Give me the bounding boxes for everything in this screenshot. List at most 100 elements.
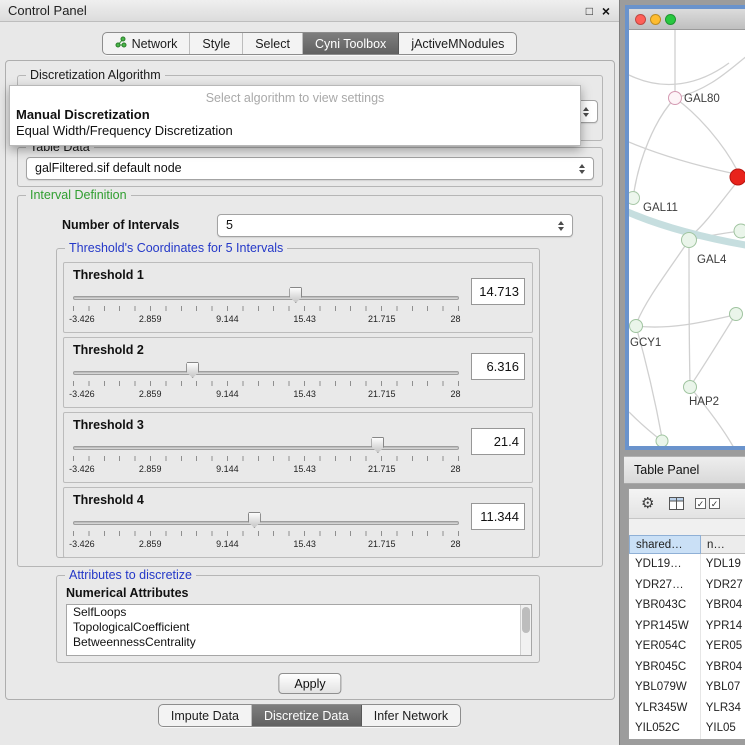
cell[interactable]: YDL19 bbox=[700, 554, 745, 575]
cell[interactable]: YDL19… bbox=[629, 554, 700, 575]
network-node[interactable] bbox=[684, 381, 697, 394]
cell[interactable]: YPR145W bbox=[629, 616, 700, 637]
tick-label: 28 bbox=[450, 314, 460, 324]
threshold-4-slider[interactable]: -3.426 2.859 9.144 15.43 21.715 28 bbox=[73, 510, 459, 556]
zoom-button[interactable] bbox=[665, 14, 676, 25]
threshold-2-value-field[interactable]: 6.316 bbox=[471, 353, 525, 380]
slider-tickmarks bbox=[73, 531, 459, 536]
table-data-group: Table Data galFiltered.sif default node bbox=[17, 147, 603, 187]
network-node[interactable] bbox=[682, 233, 697, 248]
cell[interactable]: YBR043C bbox=[629, 595, 700, 616]
tab-impute-data[interactable]: Impute Data bbox=[159, 705, 252, 726]
table-row[interactable]: YDR27… YDR27 bbox=[629, 575, 745, 596]
cell[interactable]: YBR04 bbox=[700, 595, 745, 616]
slider-thumb[interactable] bbox=[248, 512, 261, 528]
network-canvas[interactable]: GAL80 GAL11 GAL4 GCY1 HAP2 bbox=[629, 30, 745, 446]
slider-thumb[interactable] bbox=[289, 287, 302, 303]
dropdown-option-manual-discretization[interactable]: Manual Discretization bbox=[10, 107, 580, 123]
slider-track[interactable] bbox=[73, 296, 459, 300]
table-row[interactable]: YIL052C YIL05 bbox=[629, 718, 745, 739]
network-node[interactable] bbox=[629, 192, 640, 205]
threshold-4-value-field[interactable]: 11.344 bbox=[471, 503, 525, 530]
tab-network[interactable]: Network bbox=[103, 33, 191, 54]
slider-track[interactable] bbox=[73, 521, 459, 525]
tab-label: Impute Data bbox=[171, 709, 239, 723]
tab-label: Select bbox=[255, 37, 290, 51]
slider-tick-labels: -3.426 2.859 9.144 15.43 21.715 28 bbox=[73, 314, 459, 326]
threshold-4-box: Threshold 4 -3.426 2.859 9.144 15.43 bbox=[63, 487, 533, 558]
cell[interactable]: YER054C bbox=[629, 636, 700, 657]
table-row[interactable]: YDL19… YDL19 bbox=[629, 554, 745, 575]
network-view-window[interactable]: GAL80 GAL11 GAL4 GCY1 HAP2 bbox=[625, 5, 745, 450]
table-row[interactable]: YLR345W YLR34 bbox=[629, 698, 745, 719]
network-node[interactable] bbox=[734, 224, 745, 238]
gear-icon[interactable]: ⚙ bbox=[641, 493, 654, 515]
cell[interactable]: YBL07 bbox=[700, 677, 745, 698]
tab-discretize-data[interactable]: Discretize Data bbox=[252, 705, 362, 726]
cell[interactable]: YDR27 bbox=[700, 575, 745, 596]
cell[interactable]: YIL052C bbox=[629, 718, 700, 739]
network-node[interactable] bbox=[630, 320, 643, 333]
tab-infer-network[interactable]: Infer Network bbox=[362, 705, 460, 726]
column-header-name[interactable]: n… bbox=[701, 535, 745, 554]
threshold-3-slider[interactable]: -3.426 2.859 9.144 15.43 21.715 28 bbox=[73, 435, 459, 481]
cell[interactable]: YBR04 bbox=[700, 657, 745, 678]
threshold-2-slider[interactable]: -3.426 2.859 9.144 15.43 21.715 28 bbox=[73, 360, 459, 406]
list-scrollbar[interactable] bbox=[520, 605, 531, 655]
threshold-1-slider[interactable]: -3.426 2.859 9.144 15.43 21.715 28 bbox=[73, 285, 459, 331]
number-of-intervals-label: Number of Intervals bbox=[62, 218, 179, 232]
tab-style[interactable]: Style bbox=[190, 33, 243, 54]
cell[interactable]: YER05 bbox=[700, 636, 745, 657]
threshold-3-value-field[interactable]: 21.4 bbox=[471, 428, 525, 455]
table-body: YDL19… YDL19 YDR27… YDR27 YBR043C YBR04 … bbox=[629, 554, 745, 739]
dropdown-option-equal-width-frequency[interactable]: Equal Width/Frequency Discretization bbox=[10, 123, 580, 139]
tab-cyni-toolbox[interactable]: Cyni Toolbox bbox=[303, 33, 399, 54]
network-node[interactable] bbox=[669, 92, 682, 105]
cell[interactable]: YDR27… bbox=[629, 575, 700, 596]
cell[interactable]: YIL05 bbox=[700, 718, 745, 739]
table-panel-header[interactable]: Table Panel bbox=[624, 456, 745, 484]
cell[interactable]: YLR345W bbox=[629, 698, 700, 719]
list-item[interactable]: SelfLoops bbox=[67, 605, 531, 620]
select-column-icon[interactable]: ✓ bbox=[709, 498, 720, 509]
select-all-icon[interactable]: ✓ bbox=[695, 498, 706, 509]
tab-label: jActiveMNodules bbox=[411, 37, 504, 51]
table-row[interactable]: YER054C YER05 bbox=[629, 636, 745, 657]
cell[interactable]: YLR34 bbox=[700, 698, 745, 719]
table-toolbar: ⚙ ✓ ✓ bbox=[629, 489, 745, 519]
cell[interactable]: YBR045C bbox=[629, 657, 700, 678]
tick-label: 2.859 bbox=[139, 464, 162, 474]
slider-thumb[interactable] bbox=[186, 362, 199, 378]
float-window-icon[interactable]: □ bbox=[586, 0, 593, 22]
tick-label: -3.426 bbox=[69, 389, 95, 399]
tab-jactivemnodules[interactable]: jActiveMNodules bbox=[399, 33, 516, 54]
network-node[interactable] bbox=[730, 308, 743, 321]
close-button[interactable] bbox=[635, 14, 646, 25]
table-row[interactable]: YBR045C YBR04 bbox=[629, 657, 745, 678]
combo-stepper-icon bbox=[574, 160, 590, 177]
table-data-combobox[interactable]: galFiltered.sif default node bbox=[26, 157, 594, 180]
scrollbar-thumb[interactable] bbox=[522, 607, 530, 633]
slider-track[interactable] bbox=[73, 371, 459, 375]
close-icon[interactable]: × bbox=[602, 0, 610, 22]
columns-icon[interactable] bbox=[669, 497, 684, 515]
table-row[interactable]: YPR145W YPR14 bbox=[629, 616, 745, 637]
apply-button[interactable]: Apply bbox=[278, 673, 341, 694]
slider-thumb[interactable] bbox=[371, 437, 384, 453]
table-row[interactable]: YBR043C YBR04 bbox=[629, 595, 745, 616]
table-row[interactable]: YBL079W YBL07 bbox=[629, 677, 745, 698]
network-node-selected[interactable] bbox=[730, 169, 745, 185]
cell[interactable]: YPR14 bbox=[700, 616, 745, 637]
slider-track[interactable] bbox=[73, 446, 459, 450]
cell[interactable]: YBL079W bbox=[629, 677, 700, 698]
tab-select[interactable]: Select bbox=[243, 33, 303, 54]
minimize-button[interactable] bbox=[650, 14, 661, 25]
column-header-shared-name[interactable]: shared… bbox=[629, 535, 701, 554]
network-window-titlebar bbox=[629, 9, 745, 30]
list-item[interactable]: TopologicalCoefficient bbox=[67, 620, 531, 635]
network-node[interactable] bbox=[656, 435, 668, 446]
threshold-1-value-field[interactable]: 14.713 bbox=[471, 278, 525, 305]
table-panel-window: ⚙ ✓ ✓ shared… n… YDL19… YDL19 YDR27… bbox=[628, 488, 745, 740]
list-item[interactable]: BetweennessCentrality bbox=[67, 635, 531, 650]
number-of-intervals-combobox[interactable]: 5 bbox=[217, 214, 573, 237]
